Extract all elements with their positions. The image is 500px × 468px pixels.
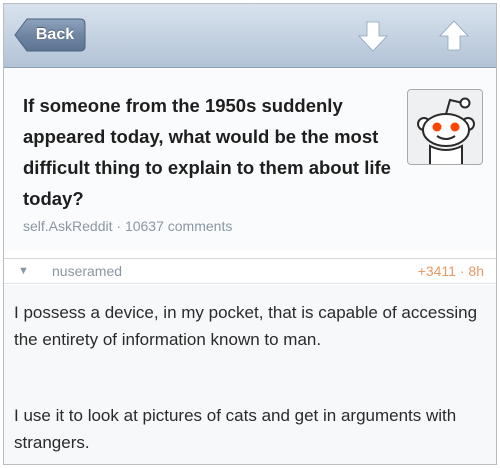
comment-author[interactable]: nuseramed <box>52 263 122 279</box>
post-title[interactable]: If someone from the 1950s suddenly appea… <box>23 90 393 214</box>
back-button[interactable]: Back <box>14 18 86 52</box>
subreddit-label[interactable]: self.AskReddit <box>23 218 112 234</box>
comment-score-time: +3411 · 8h <box>418 263 484 279</box>
reddit-app-screen: Back If someone from the 1950s suddenly … <box>3 3 497 465</box>
comment-score: +3411 <box>417 263 456 279</box>
arrow-up-icon[interactable] <box>437 18 471 54</box>
comment-header: ▼ nuseramed +3411 · 8h <box>4 258 496 284</box>
arrow-down-icon[interactable] <box>356 18 390 54</box>
meta-separator: · <box>116 218 122 234</box>
navigation-bar: Back <box>4 4 496 68</box>
back-button-label: Back <box>35 26 75 43</box>
comment-count: 10637 comments <box>124 218 233 234</box>
post-header: If someone from the 1950s suddenly appea… <box>4 69 496 251</box>
comment-paragraph: I use it to look at pictures of cats and… <box>14 406 457 452</box>
collapse-triangle-icon[interactable]: ▼ <box>18 265 29 277</box>
comment-age: 8h <box>468 263 484 279</box>
comment-body[interactable]: I possess a device, in my pocket, that i… <box>4 285 496 464</box>
post-meta: self.AskReddit · 10637 comments <box>23 218 232 234</box>
comment-paragraph: I possess a device, in my pocket, that i… <box>14 303 478 349</box>
score-separator: · <box>459 263 465 279</box>
reddit-alien-icon[interactable] <box>407 89 483 165</box>
